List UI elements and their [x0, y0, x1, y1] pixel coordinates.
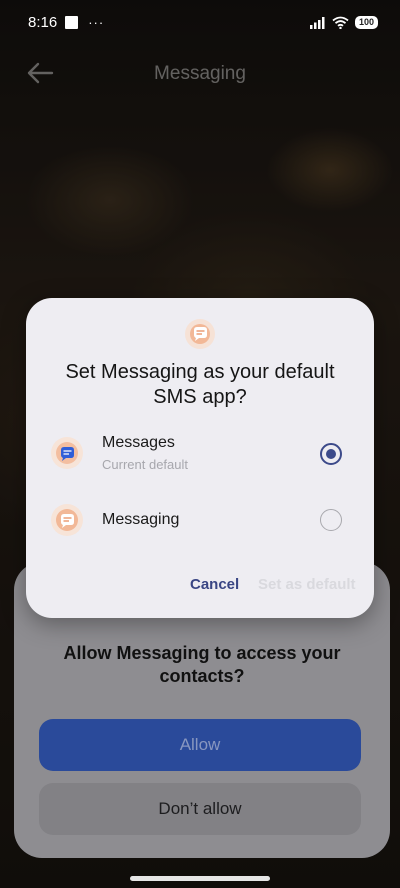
notification-icon [65, 15, 79, 29]
back-arrow-icon[interactable] [26, 62, 54, 84]
status-right: 100 [309, 15, 378, 29]
option-name: Messaging [102, 511, 180, 528]
status-bar: 8:16 ··· 100 [0, 0, 400, 44]
dialog-title: Set Messaging as your default SMS app? [65, 361, 335, 408]
default-sms-dialog: Set Messaging as your default SMS app? M… [26, 298, 374, 618]
app-title: Messaging [154, 63, 246, 84]
more-notifications-icon: ··· [88, 14, 105, 30]
status-time: 8:16 [28, 13, 58, 31]
set-as-default-button[interactable]: Set as default [258, 576, 356, 593]
app-header: Messaging [0, 52, 400, 96]
radio-unselected[interactable] [320, 509, 342, 531]
permission-question: Allow Messaging to access your contacts? [63, 643, 341, 686]
wifi-icon [332, 16, 349, 29]
signal-icon [309, 16, 325, 29]
option-name: Messages [102, 434, 175, 451]
option-messaging[interactable]: Messaging [26, 492, 374, 550]
status-left: 8:16 ··· [28, 14, 104, 31]
messaging-app-icon [51, 504, 83, 536]
option-subtitle: Current default [102, 457, 188, 472]
allow-button[interactable]: Allow [39, 719, 361, 771]
cancel-button[interactable]: Cancel [190, 576, 239, 593]
option-messages[interactable]: Messages Current default [26, 426, 374, 484]
messages-app-icon [51, 437, 83, 469]
home-indicator[interactable] [130, 876, 270, 881]
battery-icon: 100 [354, 15, 378, 29]
radio-selected[interactable] [320, 443, 342, 465]
messaging-app-icon [185, 319, 215, 349]
dont-allow-button[interactable]: Don’t allow [39, 783, 361, 835]
